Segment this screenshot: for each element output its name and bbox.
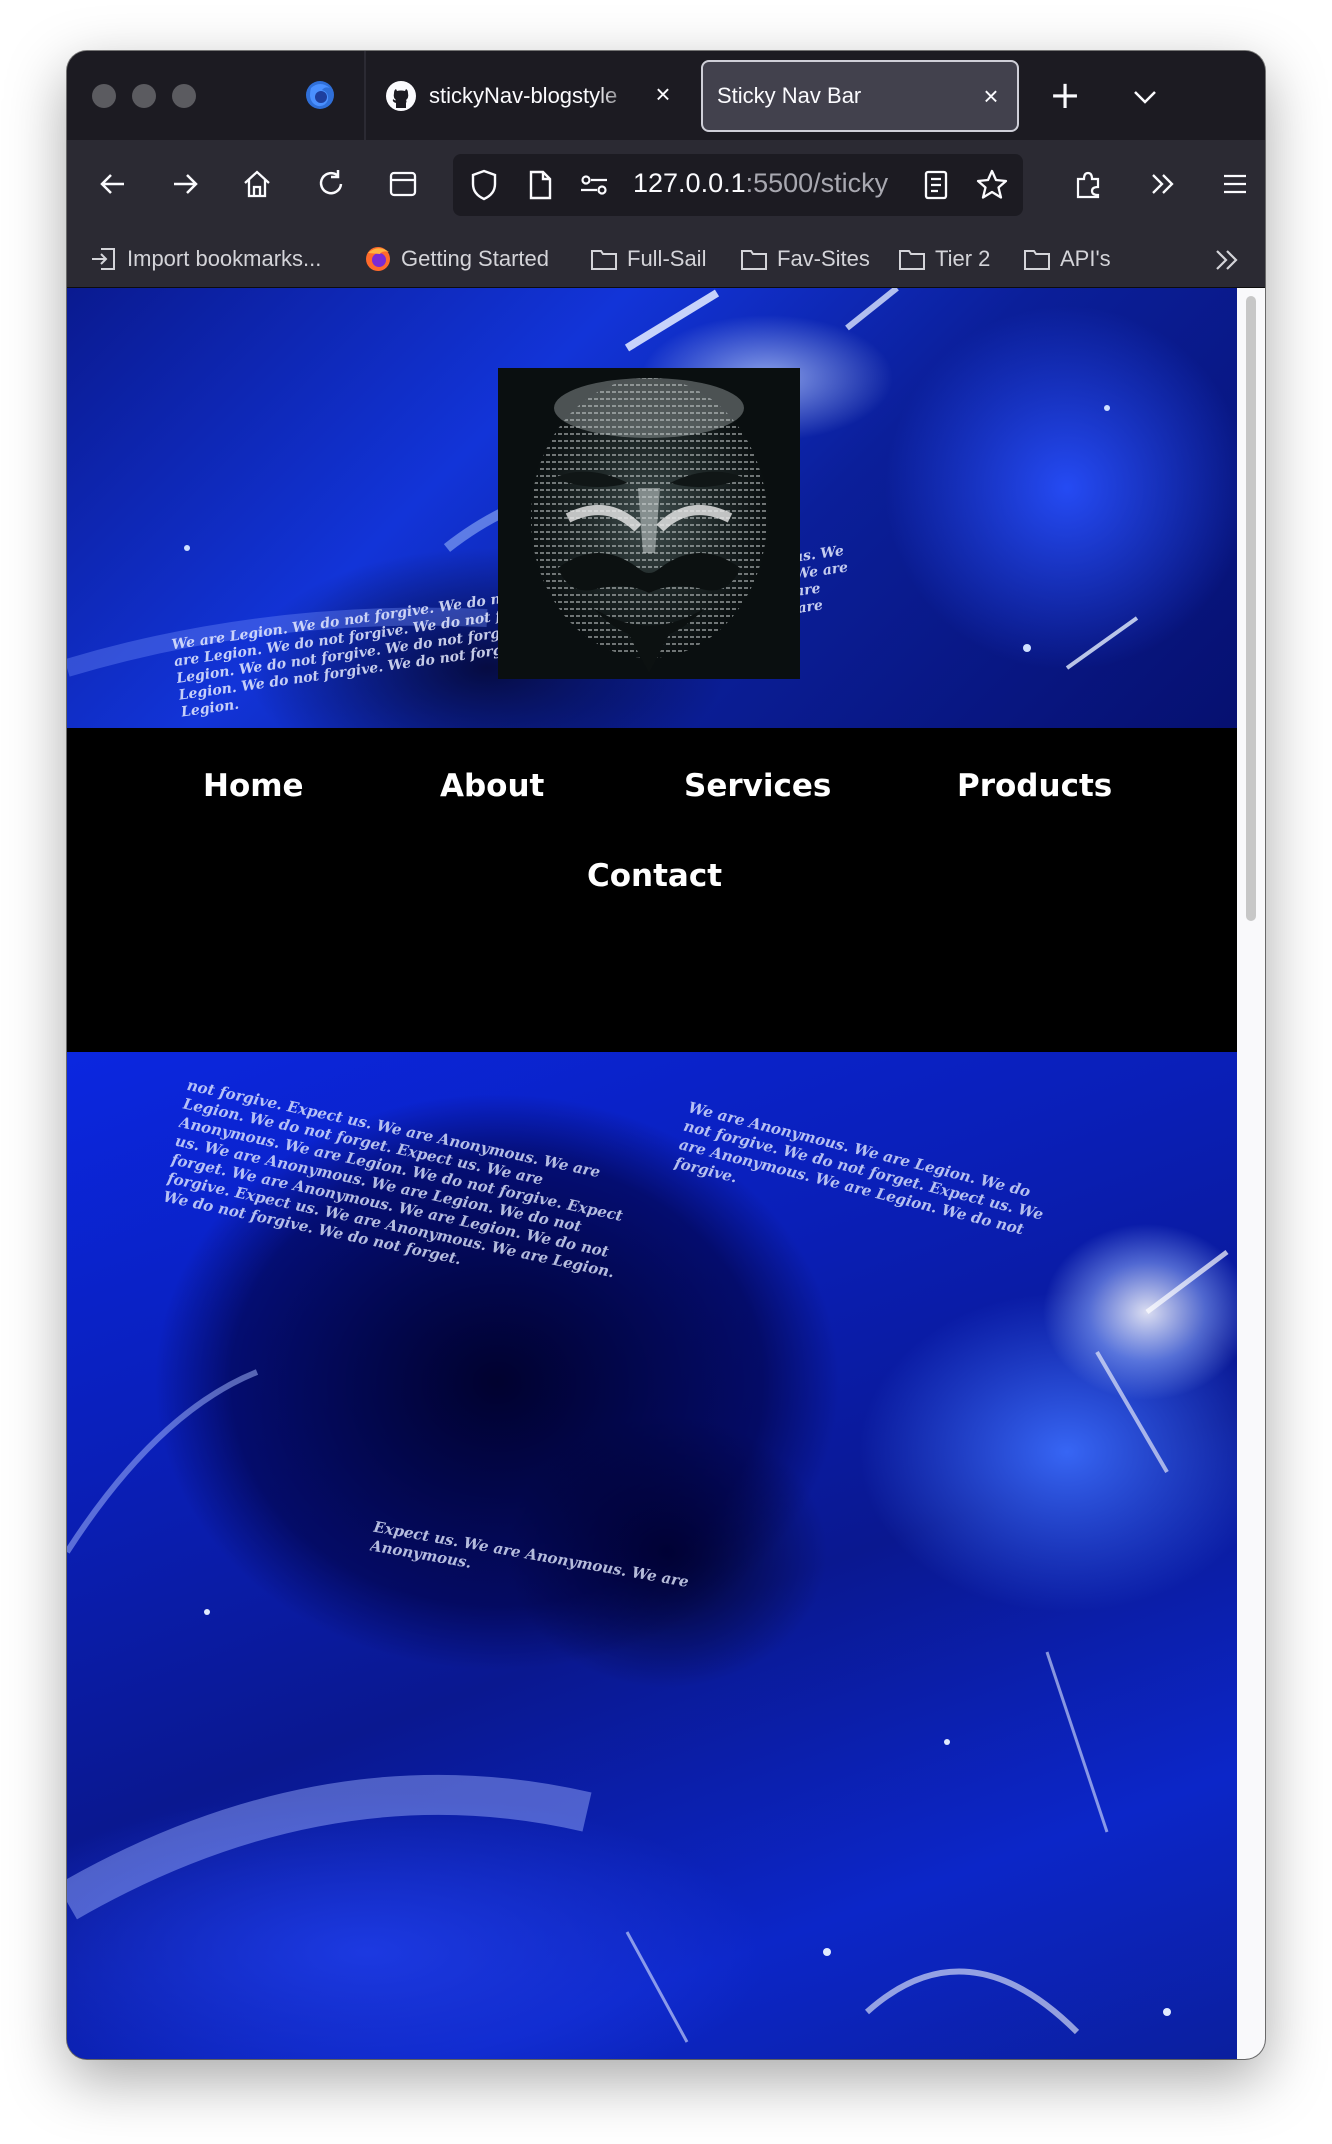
arrow-left-icon <box>100 174 124 194</box>
bookmark-label: Getting Started <box>401 246 549 271</box>
chevron-down-icon[interactable] <box>1127 79 1163 115</box>
import-icon <box>92 248 115 270</box>
folder-icon <box>899 250 925 270</box>
close-tab-icon[interactable]: × <box>979 83 1003 109</box>
home-button[interactable] <box>235 162 279 206</box>
app-menu-button[interactable] <box>1213 162 1257 206</box>
bookmarks-toolbar: Import bookmarks... Getting Started Full… <box>67 230 1265 288</box>
scrollbar[interactable] <box>1237 288 1265 2059</box>
nav-link-services[interactable]: Services <box>684 768 831 804</box>
page-background-image: not forgive. Expect us. We are Anonymous… <box>67 1052 1237 2059</box>
reader-view-icon[interactable] <box>919 168 953 202</box>
url-path: :5500/sticky <box>745 168 889 198</box>
firefox-view-icon[interactable] <box>303 78 337 112</box>
shield-icon[interactable] <box>467 168 501 202</box>
reload-icon <box>319 170 343 195</box>
extensions-button[interactable] <box>1067 162 1111 206</box>
folder-icon <box>741 250 767 270</box>
puzzle-icon <box>1076 171 1100 199</box>
scrollbar-thumb[interactable] <box>1246 296 1256 921</box>
arrow-right-icon <box>174 174 198 194</box>
bookmark-apis[interactable]: API's <box>1022 242 1111 276</box>
bookmark-label: Full-Sail <box>627 246 707 271</box>
hamburger-icon <box>1224 174 1246 194</box>
mask-logo-image <box>498 368 800 679</box>
home-icon <box>244 170 270 198</box>
address-bar[interactable]: 127.0.0.1:5500/sticky <box>453 154 1023 216</box>
browser-window: stickyNav-blogstyle × Sticky Nav Bar × + <box>67 51 1265 2059</box>
nav-link-contact[interactable]: Contact <box>587 858 722 894</box>
double-chevron-right-icon <box>1152 174 1174 194</box>
sticky-nav-bar: Home About Services Products Contact <box>67 728 1237 1052</box>
close-window-button[interactable] <box>92 84 116 108</box>
new-tab-button[interactable]: + <box>1045 76 1085 116</box>
tab-title: stickyNav-blogstyle <box>429 83 618 108</box>
navigation-toolbar: 127.0.0.1:5500/sticky <box>67 140 1265 230</box>
github-icon <box>386 81 416 111</box>
sidebar-button[interactable] <box>381 162 425 206</box>
bookmark-tier-2[interactable]: Tier 2 <box>897 242 990 276</box>
page-icon[interactable] <box>523 168 557 202</box>
back-button[interactable] <box>91 162 135 206</box>
tab-title: Sticky Nav Bar <box>717 83 862 108</box>
folder-icon <box>1024 250 1050 270</box>
tab-separator <box>364 51 366 140</box>
maximize-window-button[interactable] <box>172 84 196 108</box>
bookmark-import[interactable]: Import bookmarks... <box>89 242 321 276</box>
url-text[interactable]: 127.0.0.1:5500/sticky <box>633 168 903 204</box>
bookmark-getting-started[interactable]: Getting Started <box>363 242 549 276</box>
folder-icon <box>591 250 617 270</box>
page-content: We are Legion. We do not forgive. We do … <box>67 288 1237 2059</box>
bookmark-label: Fav-Sites <box>777 246 870 271</box>
reload-button[interactable] <box>309 162 353 206</box>
bookmark-label: API's <box>1060 246 1111 271</box>
tab-sticky-nav-bar[interactable]: Sticky Nav Bar × <box>701 60 1019 132</box>
minimize-window-button[interactable] <box>132 84 156 108</box>
bookmark-label: Tier 2 <box>935 246 991 271</box>
bookmark-fav-sites[interactable]: Fav-Sites <box>739 242 870 276</box>
double-chevron-right-icon[interactable] <box>1211 244 1243 276</box>
bookmark-star-icon[interactable] <box>975 168 1009 202</box>
bookmark-label: Import bookmarks... <box>127 246 322 271</box>
firefox-icon <box>366 247 390 271</box>
hero-header: We are Legion. We do not forgive. We do … <box>67 288 1237 728</box>
url-host: 127.0.0.1 <box>633 168 746 198</box>
mask-logo-image <box>531 378 767 673</box>
tab-strip: stickyNav-blogstyle × Sticky Nav Bar × + <box>67 51 1265 140</box>
permissions-icon[interactable] <box>577 168 611 202</box>
bookmark-full-sail[interactable]: Full-Sail <box>589 242 706 276</box>
close-tab-icon[interactable]: × <box>651 81 675 107</box>
tab-stickynav-blogstyle[interactable]: stickyNav-blogstyle × <box>385 60 685 132</box>
forward-button[interactable] <box>163 162 207 206</box>
nav-link-home[interactable]: Home <box>203 768 304 804</box>
sidebar-icon <box>389 171 417 197</box>
overflow-menu-button[interactable] <box>1141 162 1185 206</box>
nav-link-about[interactable]: About <box>440 768 544 804</box>
nav-link-products[interactable]: Products <box>957 768 1112 804</box>
